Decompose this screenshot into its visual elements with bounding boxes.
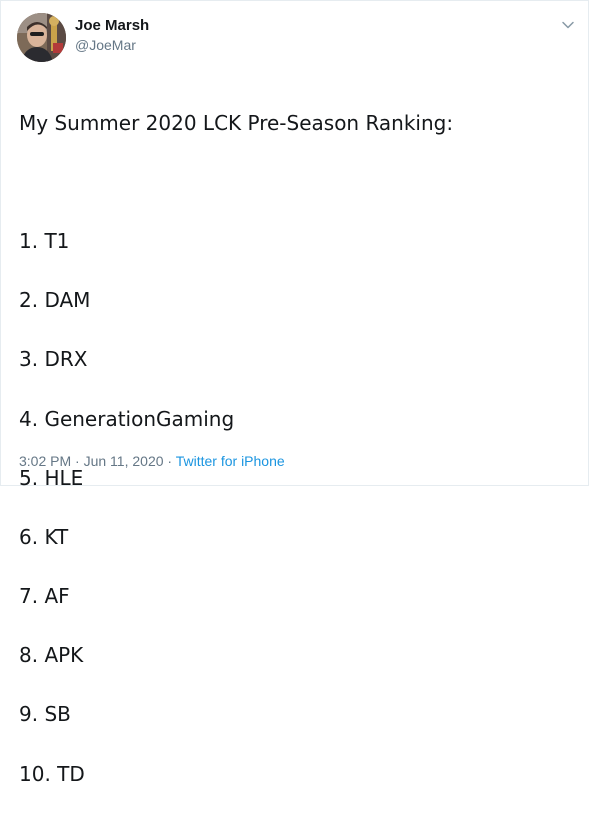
- user-handle[interactable]: @JoeMar: [75, 36, 149, 54]
- chevron-down-icon[interactable]: [560, 17, 576, 33]
- tweet-date[interactable]: Jun 11, 2020: [84, 453, 164, 469]
- ranking-item: 3. DRX: [19, 347, 88, 372]
- avatar[interactable]: [17, 13, 66, 62]
- tweet-time[interactable]: 3:02 PM: [19, 453, 71, 469]
- ranking-item: 6. KT: [19, 524, 69, 549]
- user-names: Joe Marsh @JoeMar: [75, 16, 149, 54]
- ranking-item: 7. AF: [19, 584, 70, 609]
- ranking-item: 1. T1: [19, 228, 70, 253]
- tweet-meta: 3:02 PM · Jun 11, 2020 · Twitter for iPh…: [19, 452, 285, 470]
- tweet-header: Joe Marsh @JoeMar: [17, 11, 578, 63]
- display-name[interactable]: Joe Marsh: [75, 16, 149, 36]
- tweet-card: Joe Marsh @JoeMar My Summer 2020 LCK Pre…: [0, 0, 589, 786]
- ranking-item: 4. GenerationGaming: [19, 406, 235, 431]
- tweet-text: My Summer 2020 LCK Pre-Season Ranking: 1…: [19, 79, 574, 819]
- avatar-image: [17, 13, 66, 62]
- ranking-item: 10. TD: [19, 761, 85, 786]
- tweet-source-link[interactable]: Twitter for iPhone: [176, 453, 285, 469]
- ranking-item: 2. DAM: [19, 288, 91, 313]
- meta-separator: ·: [71, 453, 84, 469]
- ranking-item: 8. APK: [19, 643, 84, 668]
- tweet-heading: My Summer 2020 LCK Pre-Season Ranking:: [19, 110, 454, 135]
- meta-separator: ·: [163, 453, 176, 469]
- ranking-item: 9. SB: [19, 702, 71, 727]
